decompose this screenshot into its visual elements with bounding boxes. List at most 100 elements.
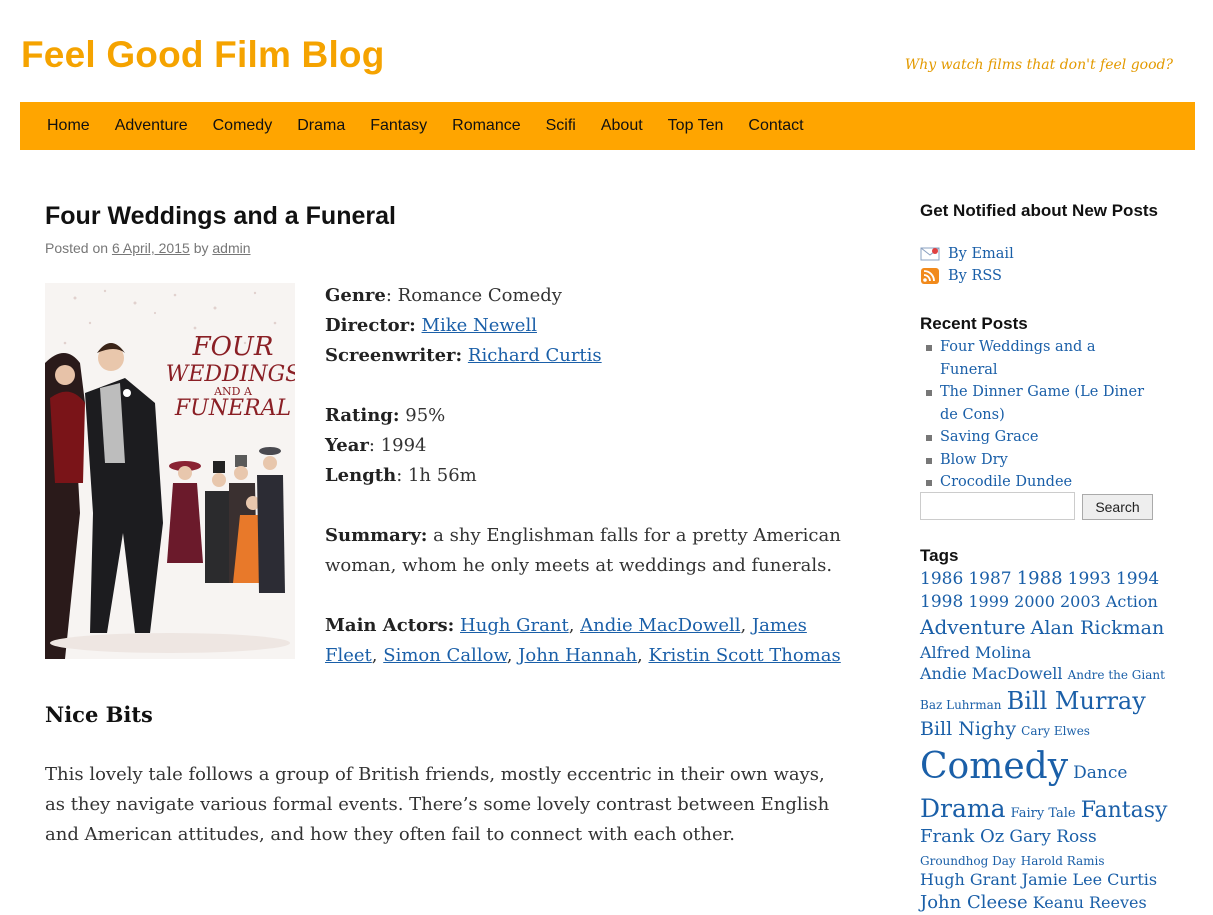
- movie-details: Genre: Romance Comedy Director: Mike New…: [325, 281, 845, 671]
- tag-link[interactable]: 1999: [968, 592, 1009, 611]
- actor-link[interactable]: John Hannah: [518, 645, 637, 666]
- tag-link[interactable]: 1988: [1017, 568, 1063, 589]
- post-title: Four Weddings and a Funeral: [45, 202, 396, 230]
- actors-row: Main Actors: Hugh Grant, Andie MacDowell…: [325, 615, 841, 666]
- tag-link[interactable]: Dance: [1073, 763, 1127, 783]
- nice-bits-heading: Nice Bits: [45, 702, 153, 727]
- nav-top-ten[interactable]: Top Ten: [659, 117, 733, 135]
- tag-link[interactable]: Baz Luhrman: [920, 698, 1002, 712]
- search-input[interactable]: [920, 492, 1075, 520]
- tag-link[interactable]: 1998: [920, 592, 963, 612]
- tag-link[interactable]: Bill Murray: [1007, 687, 1146, 715]
- tag-link[interactable]: Hugh Grant: [920, 870, 1017, 889]
- author-link[interactable]: admin: [212, 240, 250, 256]
- recent-post-link[interactable]: Four Weddings and a Funeral: [926, 336, 1156, 381]
- tag-link[interactable]: Jamie Lee Curtis: [1022, 870, 1157, 889]
- tag-link[interactable]: 2000: [1014, 592, 1055, 611]
- actor-link[interactable]: Andie MacDowell: [580, 615, 740, 636]
- recent-post-link[interactable]: Saving Grace: [926, 426, 1156, 449]
- nav-romance[interactable]: Romance: [443, 117, 529, 135]
- tag-link[interactable]: Drama: [920, 794, 1006, 823]
- rating-label: Rating:: [325, 405, 400, 426]
- nav-comedy[interactable]: Comedy: [204, 117, 282, 135]
- recent-post-link[interactable]: The Dinner Game (Le Diner de Cons): [926, 381, 1156, 426]
- tag-link[interactable]: Fantasy: [1081, 798, 1168, 823]
- genre-label: Genre: [325, 285, 386, 306]
- tag-link[interactable]: Cary Elwes: [1021, 724, 1090, 738]
- tag-link[interactable]: 2003: [1060, 592, 1101, 611]
- post-date-link[interactable]: 6 April, 2015: [112, 240, 190, 256]
- length-label: Length: [325, 465, 397, 486]
- tag-link[interactable]: Alfred Molina: [920, 643, 1031, 662]
- director-link[interactable]: Mike Newell: [422, 315, 537, 336]
- email-icon: [920, 247, 940, 261]
- rating-value: 95%: [405, 405, 446, 426]
- rating-row: Rating: 95%: [325, 401, 845, 431]
- tag-link[interactable]: Bill Nighy: [920, 718, 1016, 740]
- main-nav: Home Adventure Comedy Drama Fantasy Roma…: [20, 102, 1195, 150]
- site-title[interactable]: Feel Good Film Blog: [21, 34, 385, 76]
- nav-about[interactable]: About: [592, 117, 652, 135]
- tag-link[interactable]: 1993: [1068, 569, 1111, 589]
- tag-link[interactable]: Adventure: [920, 615, 1026, 639]
- nav-scifi[interactable]: Scifi: [537, 117, 585, 135]
- search-button[interactable]: Search: [1082, 494, 1153, 520]
- writer-row: Screenwriter: Richard Curtis: [325, 341, 845, 371]
- summary-label: Summary:: [325, 525, 428, 546]
- actor-link[interactable]: Simon Callow: [383, 645, 506, 666]
- notify-widget-title: Get Notified about New Posts: [920, 201, 1159, 220]
- tag-link[interactable]: Fairy Tale: [1011, 806, 1076, 821]
- poster-title-line1: FOUR: [192, 332, 274, 362]
- tag-link[interactable]: Andre the Giant: [1068, 668, 1165, 682]
- year-row: Year: 1994: [325, 435, 427, 456]
- director-row: Director: Mike Newell: [325, 311, 845, 341]
- poster-title-line4: FUNERAL: [174, 396, 291, 421]
- tag-link[interactable]: John Cleese: [920, 892, 1028, 913]
- actor-link[interactable]: Hugh Grant: [460, 615, 569, 636]
- post-meta: Posted on 6 April, 2015 by admin: [45, 240, 251, 256]
- nav-adventure[interactable]: Adventure: [106, 117, 197, 135]
- tag-link[interactable]: Andie MacDowell: [920, 664, 1063, 683]
- tag-link[interactable]: Groundhog Day: [920, 854, 1016, 868]
- recent-posts-title: Recent Posts: [920, 314, 1028, 333]
- writer-link[interactable]: Richard Curtis: [468, 345, 602, 366]
- tag-cloud: 1986 1987 1988 1993 1994 1998 1999 2000 …: [920, 567, 1175, 915]
- movie-poster: FOUR WEDDINGS AND A FUNERAL: [45, 283, 295, 659]
- email-subscribe-link[interactable]: By Email: [920, 246, 1014, 262]
- by-label: by: [193, 240, 209, 256]
- tag-link[interactable]: Alan Rickman: [1031, 617, 1165, 639]
- genre-value: Romance Comedy: [397, 285, 562, 306]
- year-value: 1994: [380, 435, 427, 456]
- writer-label: Screenwriter:: [325, 345, 463, 366]
- email-subscribe-label: By Email: [948, 246, 1014, 262]
- posted-on-label: Posted on: [45, 240, 109, 256]
- tag-link[interactable]: Harold Ramis: [1021, 854, 1105, 868]
- length-value: 1h 56m: [407, 465, 477, 486]
- nav-contact[interactable]: Contact: [739, 117, 812, 135]
- tag-link[interactable]: 1986: [920, 569, 963, 589]
- length-row: Length: 1h 56m: [325, 465, 477, 486]
- recent-post-link[interactable]: Blow Dry: [926, 449, 1156, 472]
- tags-title: Tags: [920, 546, 959, 565]
- tag-link[interactable]: Frank Oz: [920, 826, 1004, 847]
- recent-post-link[interactable]: Crocodile Dundee: [926, 471, 1156, 494]
- tag-link[interactable]: Keanu Reeves: [1033, 893, 1147, 912]
- poster-image: FOUR WEDDINGS AND A FUNERAL: [45, 283, 295, 659]
- actors-label: Main Actors:: [325, 615, 455, 636]
- poster-title-line2: WEDDINGS: [166, 362, 295, 387]
- tag-link[interactable]: Gary Ross: [1009, 827, 1096, 847]
- nav-fantasy[interactable]: Fantasy: [361, 117, 436, 135]
- nav-home[interactable]: Home: [38, 117, 99, 135]
- recent-posts-list: Four Weddings and a Funeral The Dinner G…: [926, 336, 1156, 494]
- rss-icon: [921, 268, 939, 284]
- rss-subscribe-link[interactable]: By RSS: [920, 268, 1002, 284]
- rss-subscribe-label: By RSS: [948, 268, 1002, 284]
- summary-row: Summary: a shy Englishman falls for a pr…: [325, 521, 845, 581]
- tag-link[interactable]: 1987: [968, 569, 1011, 589]
- nav-drama[interactable]: Drama: [288, 117, 354, 135]
- tag-link[interactable]: 1994: [1116, 569, 1159, 589]
- tag-link[interactable]: Action: [1106, 592, 1158, 611]
- tag-link[interactable]: Comedy: [920, 746, 1068, 787]
- actor-link[interactable]: Kristin Scott Thomas: [649, 645, 841, 666]
- year-label: Year: [325, 435, 369, 456]
